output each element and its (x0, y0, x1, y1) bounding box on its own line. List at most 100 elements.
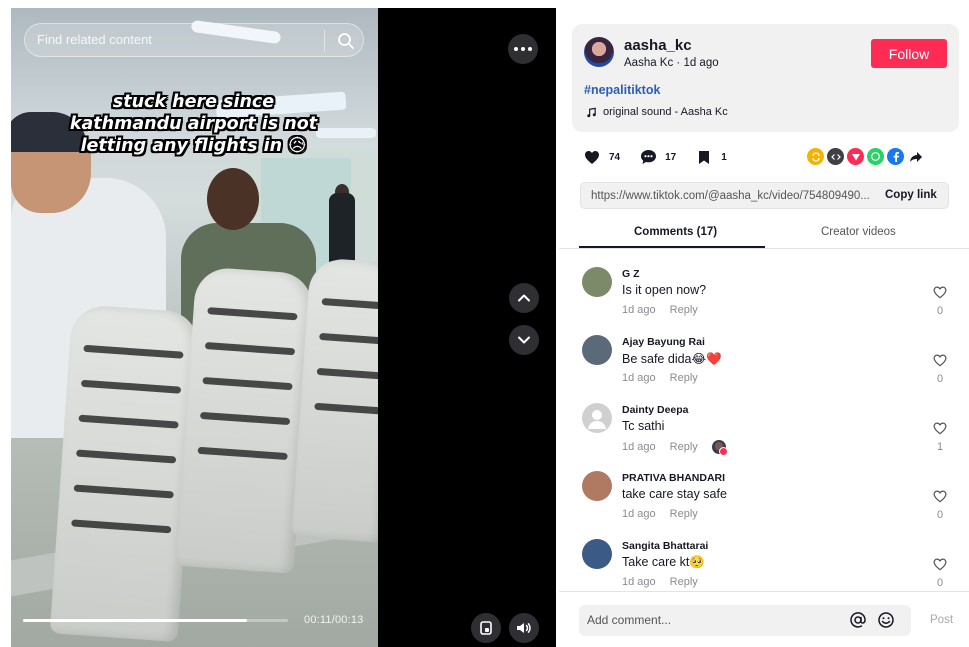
comment-meta: 1d ago Reply (622, 304, 698, 316)
comment-text: Take care kt🥺 (622, 555, 705, 569)
volume-button[interactable] (509, 613, 539, 643)
time-readout: 00:11/00:13 (304, 614, 364, 626)
tab-comments[interactable]: Comments (17) (634, 226, 717, 238)
post-info-card: aasha_kc Aasha Kc · 1d ago Follow #nepal… (572, 24, 959, 132)
follow-button[interactable]: Follow (871, 39, 947, 68)
comment-item: Ajay Bayung Rai Be safe dida😂❤️ 1d ago R… (559, 326, 969, 394)
commenter-name[interactable]: Ajay Bayung Rai (622, 336, 705, 348)
emoji-icon[interactable] (877, 611, 895, 629)
comment-list[interactable]: G Z Is it open now? 1d ago Reply 0 Ajay … (559, 258, 969, 588)
comment-like-button[interactable]: 0 (931, 558, 949, 588)
scene-person (329, 193, 355, 263)
search-icon[interactable] (336, 31, 356, 51)
comment-count: 17 (665, 151, 677, 163)
comment-meta: 1d ago Reply (622, 576, 698, 588)
comment-input[interactable] (587, 613, 827, 627)
video-frame[interactable]: stuck here since kathmandu airport is no… (11, 8, 378, 647)
comment-like-button[interactable]: 0 (931, 286, 949, 317)
commenter-avatar[interactable] (582, 403, 612, 433)
speaker-icon (517, 623, 531, 633)
comment-action[interactable]: 17 (639, 148, 676, 166)
panel-tabs: Comments (17) Creator videos (559, 218, 969, 249)
previous-video-button[interactable] (509, 283, 539, 313)
video-link-text[interactable]: https://www.tiktok.com/@aasha_kc/video/7… (591, 190, 881, 202)
whatsapp-icon[interactable] (867, 148, 884, 165)
comment-like-button[interactable]: 0 (931, 354, 949, 385)
comment-like-button[interactable]: 0 (931, 490, 949, 521)
next-video-button[interactable] (509, 325, 539, 355)
comment-footer: Post (559, 591, 969, 647)
reply-button[interactable]: Reply (670, 372, 698, 384)
comment-item: Sangita Bhattarai Take care kt🥺 1d ago R… (559, 530, 969, 588)
commenter-avatar[interactable] (582, 539, 612, 569)
chevron-up-icon (518, 294, 530, 302)
comment-like-count: 0 (936, 373, 944, 385)
post-actions: 74 17 1 (583, 147, 746, 167)
author-subline: Aasha Kc · 1d ago (624, 57, 719, 69)
video-player[interactable]: stuck here since kathmandu airport is no… (11, 8, 556, 647)
heart-outline-icon (933, 490, 947, 503)
comment-meta: 1d ago Reply (622, 440, 728, 456)
reply-button[interactable]: Reply (670, 576, 698, 588)
reply-button[interactable]: Reply (670, 508, 698, 520)
reply-button[interactable]: Reply (670, 441, 698, 453)
creator-liked-badge (711, 440, 728, 456)
heart-outline-icon (933, 354, 947, 367)
progress-fill (23, 619, 248, 622)
post-comment-button[interactable]: Post (930, 614, 953, 626)
author-username[interactable]: aasha_kc (624, 37, 692, 54)
embed-icon[interactable] (827, 148, 844, 165)
more-options-button[interactable] (508, 34, 538, 64)
share-link-box: https://www.tiktok.com/@aasha_kc/video/7… (580, 182, 949, 209)
comment-text: Tc sathi (622, 419, 665, 433)
commenter-name[interactable]: Sangita Bhattarai (622, 540, 708, 552)
commenter-name[interactable]: Dainty Deepa (622, 404, 689, 416)
comment-text: take care stay safe (622, 487, 727, 501)
favorite-count: 1 (721, 151, 727, 163)
caption-line: stuck here since (112, 92, 275, 112)
facebook-icon[interactable] (887, 148, 904, 165)
picture-in-picture-button[interactable] (471, 613, 501, 643)
copy-link-button[interactable]: Copy link (885, 189, 937, 201)
comment-meta: 1d ago Reply (622, 372, 698, 384)
like-action[interactable]: 74 (583, 148, 620, 166)
comment-time: 1d ago (622, 576, 656, 588)
send-icon[interactable] (847, 148, 864, 165)
comment-time: 1d ago (622, 441, 656, 453)
chevron-down-icon (518, 336, 530, 344)
sound-link[interactable]: original sound - Aasha Kc (586, 106, 728, 118)
like-count: 74 (609, 151, 621, 163)
comment-like-count: 1 (936, 441, 944, 453)
comment-item: Dainty Deepa Tc sathi 1d ago Reply 1 (559, 394, 969, 462)
reply-button[interactable]: Reply (670, 304, 698, 316)
comment-like-button[interactable]: 1 (931, 422, 949, 453)
author-avatar[interactable] (584, 37, 614, 67)
scene-boy-head (207, 168, 259, 230)
tab-creator-videos[interactable]: Creator videos (821, 226, 896, 238)
active-tab-indicator (579, 246, 765, 248)
progress-bar[interactable] (23, 619, 288, 622)
comment-box[interactable] (579, 605, 911, 636)
repost-icon[interactable] (807, 148, 824, 165)
scene-seat (49, 303, 201, 643)
commenter-name[interactable]: G Z (622, 268, 640, 280)
comment-text: Is it open now? (622, 283, 707, 297)
caption-line: letting any flights in 😥 (80, 136, 307, 156)
commenter-avatar[interactable] (582, 471, 612, 501)
comment-like-count: 0 (936, 305, 944, 317)
comment-time: 1d ago (622, 508, 656, 520)
commenter-name[interactable]: PRATIVA BHANDARI (622, 472, 725, 484)
floating-player-icon (480, 621, 492, 635)
heart-outline-icon (933, 558, 947, 571)
mention-icon[interactable] (849, 611, 867, 629)
comment-like-count: 0 (936, 509, 944, 521)
commenter-avatar[interactable] (582, 335, 612, 365)
comment-bubble-icon (639, 148, 657, 166)
share-arrow-icon[interactable] (907, 148, 924, 165)
related-search-box[interactable] (24, 23, 364, 57)
commenter-avatar[interactable] (582, 267, 612, 297)
favorite-action[interactable]: 1 (695, 148, 727, 166)
related-search-input[interactable] (37, 32, 317, 47)
hashtag-link[interactable]: #nepalitiktok (584, 83, 660, 97)
comment-meta: 1d ago Reply (622, 508, 698, 520)
